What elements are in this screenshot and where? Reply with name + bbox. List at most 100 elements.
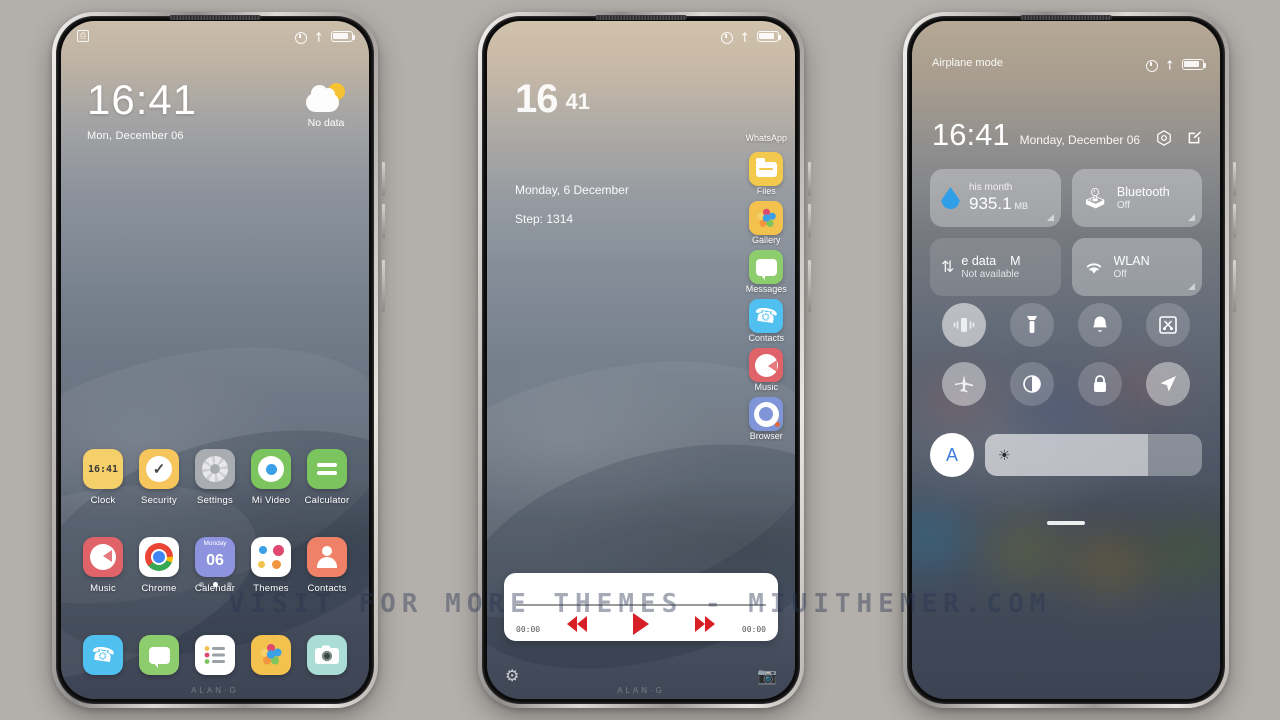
dock-item-notes[interactable] bbox=[187, 635, 243, 675]
power-button[interactable] bbox=[808, 260, 811, 312]
toggle-dark-mode[interactable] bbox=[1010, 362, 1054, 406]
status-bar-notifications: ⎙ bbox=[77, 30, 89, 42]
tile-expand-corner[interactable] bbox=[1188, 283, 1195, 290]
notes-icon bbox=[195, 635, 235, 675]
battery-icon bbox=[757, 30, 782, 42]
battery-icon bbox=[1182, 58, 1207, 70]
rail-item-contacts[interactable]: ☎ Contacts bbox=[748, 299, 784, 343]
tile-expand-corner[interactable] bbox=[1188, 214, 1195, 221]
lockscreen-app-rail: WhatsApp Files Gallery Messages ☎ Contac… bbox=[745, 133, 787, 446]
power-button[interactable] bbox=[382, 260, 385, 312]
data-drop-icon bbox=[941, 187, 960, 209]
dock-item-camera[interactable] bbox=[299, 635, 355, 675]
rail-item-messages[interactable]: Messages bbox=[746, 250, 787, 294]
auto-brightness-button[interactable]: A bbox=[930, 433, 974, 477]
volume-down-button[interactable] bbox=[1233, 204, 1236, 238]
app-mi-video[interactable]: Mi Video bbox=[243, 449, 299, 506]
app-label: Settings bbox=[197, 495, 233, 506]
app-label: Mi Video bbox=[251, 495, 291, 506]
phone-screen-3: ➚ Airplane mode 16:41 Monday, December 0… bbox=[912, 21, 1220, 699]
vibrate-icon bbox=[953, 318, 975, 332]
volume-up-button[interactable] bbox=[808, 162, 811, 196]
tile-mobile-data[interactable]: ⇅ e data M Not available bbox=[930, 238, 1061, 296]
screenshot-scissors-icon bbox=[1159, 316, 1177, 334]
music-disc-icon bbox=[83, 537, 123, 577]
power-button[interactable] bbox=[1233, 260, 1236, 312]
control-center-header: 16:41 Monday, December 06 bbox=[932, 119, 1202, 150]
tile-wlan[interactable]: WLAN Off bbox=[1071, 238, 1202, 296]
weather-widget[interactable]: No data bbox=[305, 83, 347, 129]
lock-icon bbox=[1094, 375, 1106, 392]
bokeh bbox=[985, 522, 1066, 579]
dock-item-messages[interactable] bbox=[131, 635, 187, 675]
app-label: Calculator bbox=[304, 495, 350, 506]
app-security[interactable]: ✓ Security bbox=[131, 449, 187, 506]
tile-data-usage[interactable]: his month 935.1 MB bbox=[930, 169, 1061, 227]
remaining-time: 00:00 bbox=[741, 625, 766, 634]
tile-unit: MB bbox=[1014, 201, 1029, 211]
gallery-flower-glyph bbox=[260, 644, 282, 665]
phone-screen-2: ➚ 16 41 Monday, 6 December Step: 1314 Wh… bbox=[487, 21, 795, 699]
volume-up-button[interactable] bbox=[382, 162, 385, 196]
playback-progress-bar[interactable] bbox=[516, 604, 766, 606]
toggle-vibrate[interactable] bbox=[942, 303, 986, 347]
dock-1: ☎ bbox=[61, 635, 369, 675]
toggle-screenshot[interactable] bbox=[1146, 303, 1190, 347]
calculator-icon bbox=[307, 449, 347, 489]
camera-icon bbox=[307, 635, 347, 675]
page-indicator[interactable] bbox=[61, 582, 369, 587]
rail-item-music[interactable]: Music bbox=[749, 348, 784, 392]
rail-item-gallery[interactable]: Gallery bbox=[749, 201, 784, 245]
contrast-icon bbox=[1023, 375, 1041, 393]
tile-title: e data bbox=[961, 254, 997, 268]
rail-item-files[interactable]: Files bbox=[749, 152, 784, 196]
browser-icon bbox=[749, 397, 784, 431]
app-settings[interactable]: Settings bbox=[187, 449, 243, 506]
drag-handle[interactable] bbox=[1047, 521, 1085, 525]
clock-time: 16:41 bbox=[932, 117, 1010, 152]
music-player-widget[interactable]: 00:00 00:00 bbox=[504, 573, 778, 641]
clock-date: Mon, December 06 bbox=[87, 130, 184, 142]
toggle-airplane-mode[interactable] bbox=[942, 362, 986, 406]
playback-times: 00:00 00:00 bbox=[516, 625, 766, 634]
tile-expand-corner[interactable] bbox=[1046, 214, 1054, 221]
toggle-location[interactable] bbox=[1146, 362, 1190, 406]
phone-icon: ☎ bbox=[83, 635, 123, 675]
dock-item-phone[interactable]: ☎ bbox=[75, 635, 131, 675]
rail-item-browser[interactable]: Browser bbox=[749, 397, 784, 441]
tile-value: 935.1 bbox=[969, 194, 1012, 213]
brightness-sun-icon: ☀ bbox=[998, 446, 1011, 463]
camera-icon[interactable]: 📷 bbox=[757, 669, 777, 685]
music-disc-icon bbox=[749, 348, 784, 382]
airplane-icon: ➚ bbox=[1160, 54, 1179, 74]
volume-up-button[interactable] bbox=[1233, 162, 1236, 196]
themes-icon bbox=[251, 537, 291, 577]
phone-contacts-icon: ☎ bbox=[749, 299, 784, 333]
app-label: Clock bbox=[90, 495, 116, 506]
toggle-ringer[interactable] bbox=[1078, 303, 1122, 347]
settings-hexagon-icon[interactable] bbox=[1156, 130, 1172, 146]
page-dot[interactable] bbox=[226, 582, 232, 587]
rail-label: Files bbox=[756, 186, 776, 196]
volume-down-button[interactable] bbox=[808, 204, 811, 238]
edit-square-icon[interactable] bbox=[1186, 130, 1202, 146]
gear-icon[interactable]: ⚙ bbox=[505, 669, 519, 685]
tile-bluetooth[interactable]: 🕹 Bluetooth Off bbox=[1071, 169, 1202, 227]
bokeh bbox=[912, 509, 972, 570]
page-dot[interactable] bbox=[198, 582, 204, 587]
page-dot-active[interactable] bbox=[212, 582, 218, 587]
alarm-clock-icon bbox=[1145, 58, 1159, 72]
screenshot-notification-icon: ⎙ bbox=[77, 30, 89, 42]
step-counter: Step: 1314 bbox=[515, 212, 574, 226]
brightness-slider[interactable]: ☀ bbox=[985, 434, 1202, 476]
toggle-flashlight[interactable] bbox=[1010, 303, 1054, 347]
lockscreen-clock-2: 16 41 bbox=[515, 79, 590, 119]
dock-item-gallery[interactable] bbox=[243, 635, 299, 675]
toggle-lock[interactable] bbox=[1078, 362, 1122, 406]
app-calculator[interactable]: Calculator bbox=[299, 449, 355, 506]
clock-minute: 41 bbox=[565, 89, 590, 114]
app-clock[interactable]: 16:41 Clock bbox=[75, 449, 131, 506]
header-actions bbox=[1156, 130, 1202, 150]
wifi-icon bbox=[1083, 259, 1105, 275]
volume-down-button[interactable] bbox=[382, 204, 385, 238]
